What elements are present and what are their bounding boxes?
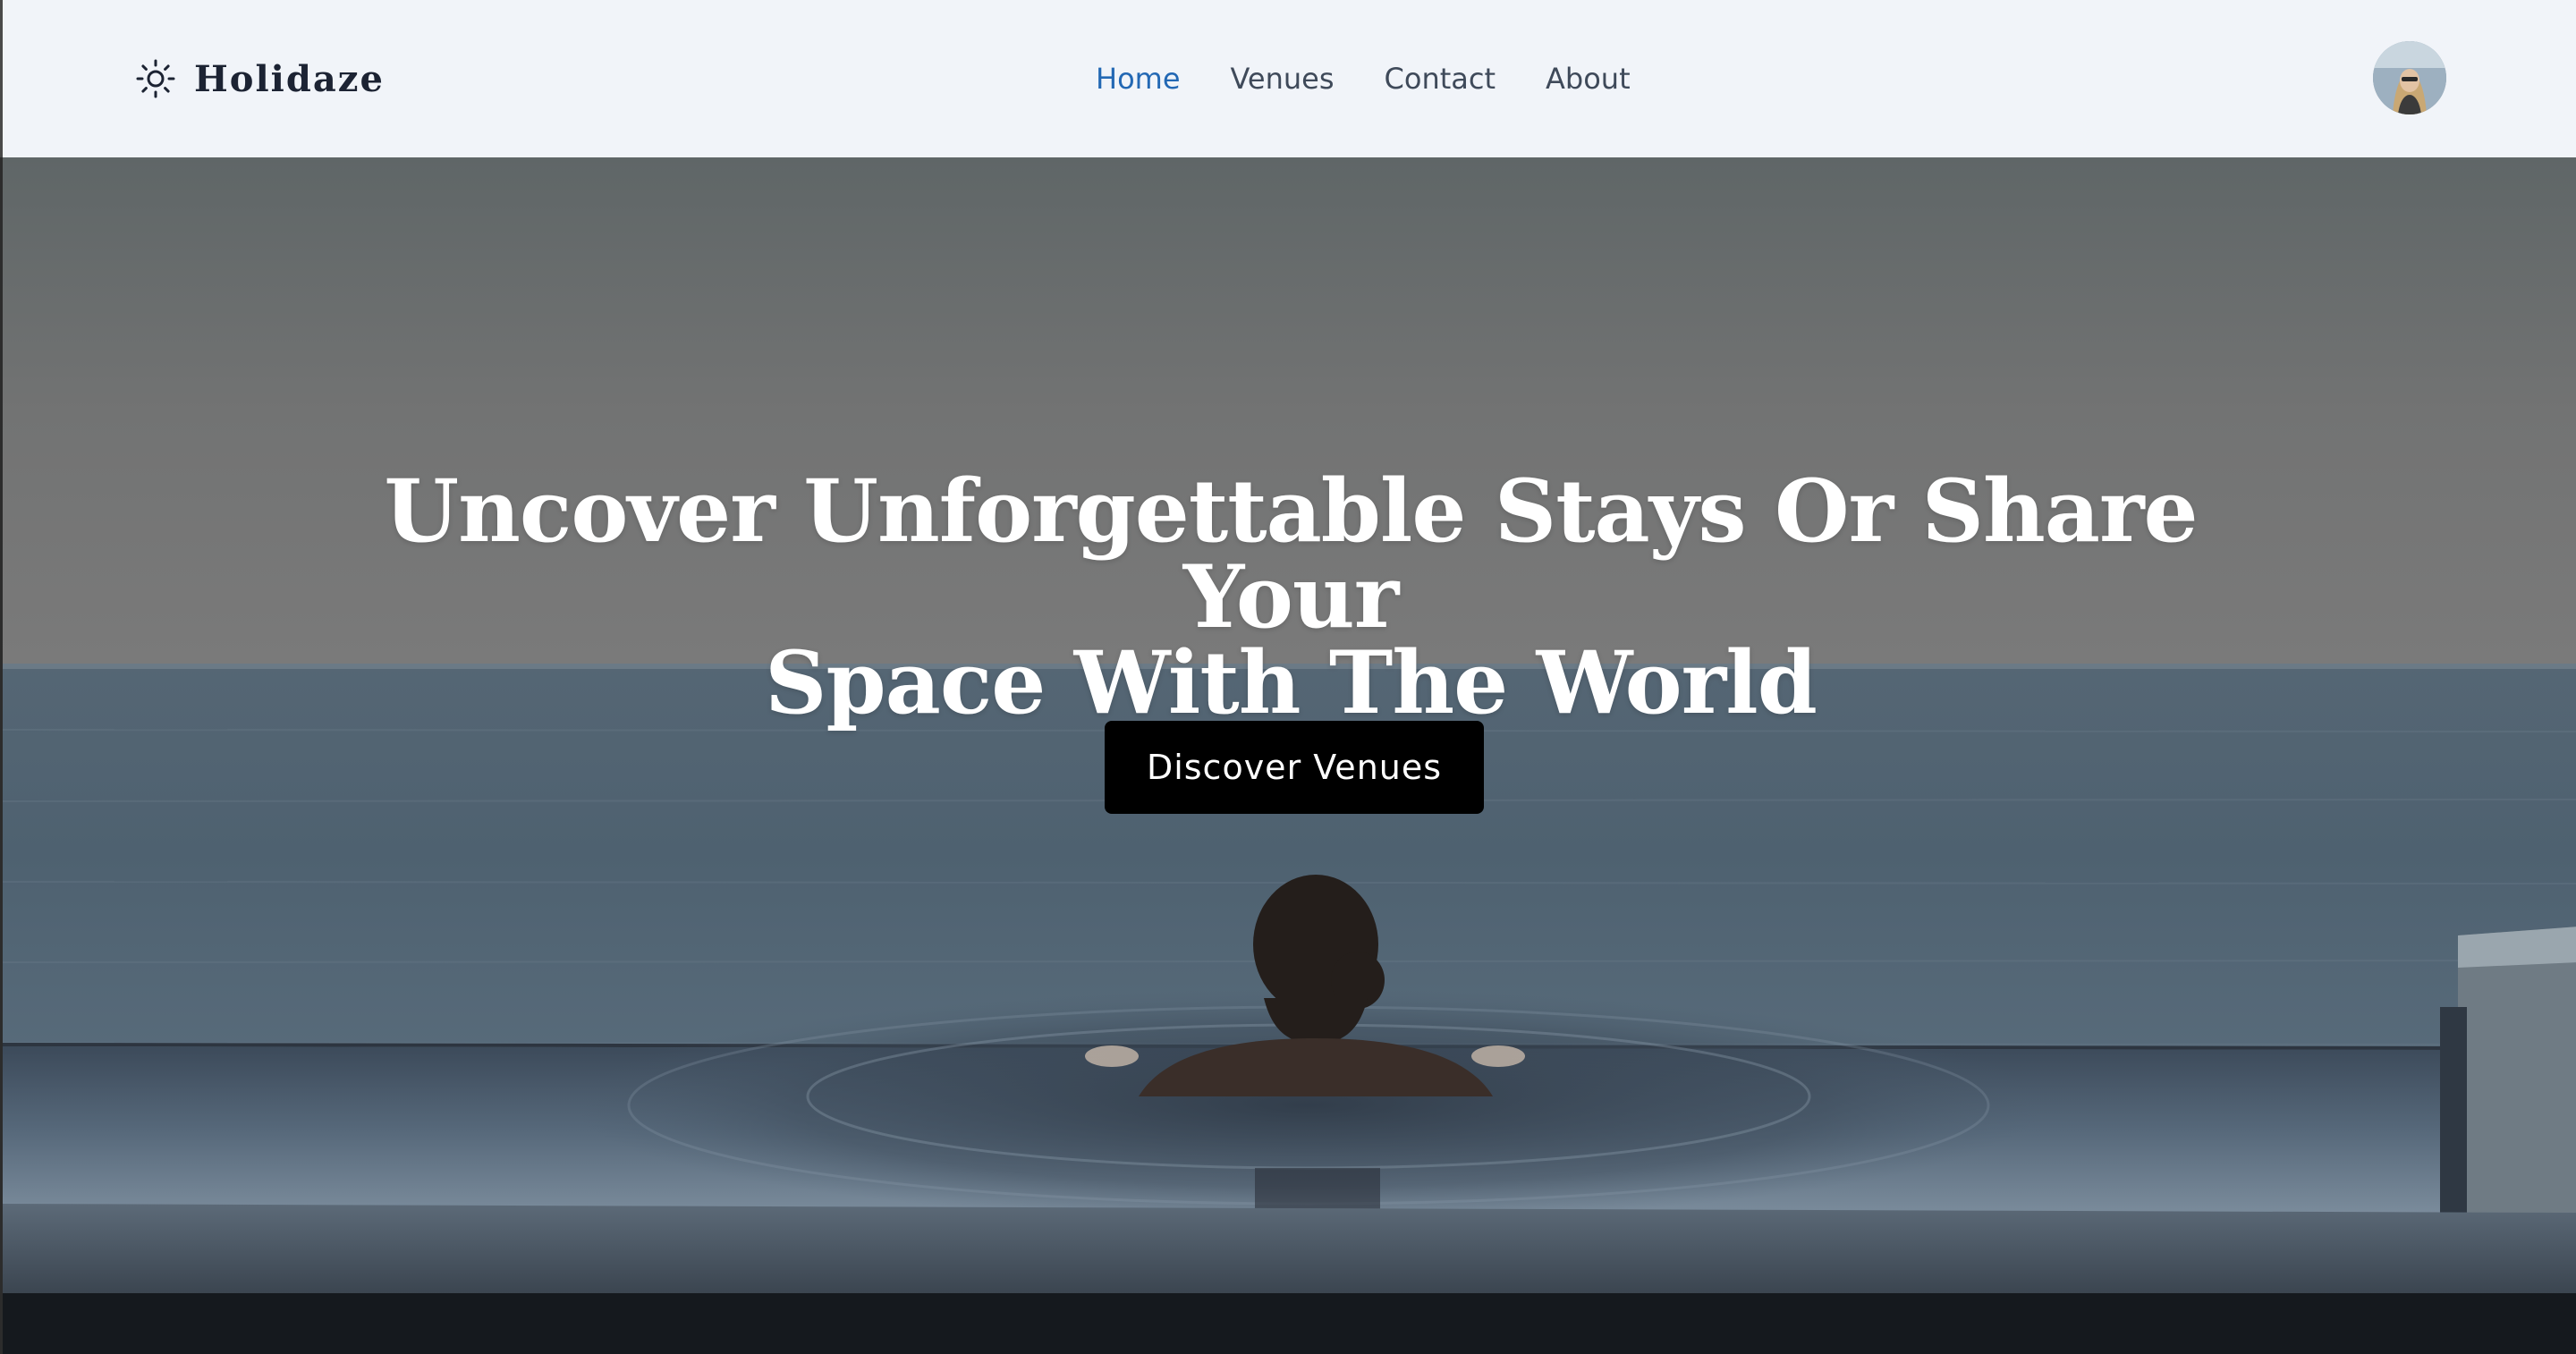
avatar-photo: [2373, 41, 2446, 114]
nav-link-home[interactable]: Home: [1096, 62, 1181, 96]
nav-item-home: Home: [1096, 62, 1181, 96]
nav-item-contact: Contact: [1385, 62, 1496, 96]
nav-link-contact[interactable]: Contact: [1385, 62, 1496, 96]
nav-item-about: About: [1546, 62, 1631, 96]
sun-icon: [136, 59, 175, 98]
hero-heading-line-2: Space With The World: [765, 632, 1818, 733]
hero-section: Uncover Unforgettable Stays Or Share You…: [0, 157, 2576, 1354]
discover-venues-button[interactable]: Discover Venues: [1105, 721, 1484, 814]
user-avatar[interactable]: [2373, 41, 2446, 114]
hero-heading: Uncover Unforgettable Stays Or Share You…: [307, 469, 2275, 726]
navbar: Holidaze Home Venues Contact About: [0, 0, 2576, 157]
brand-name: Holidaze: [194, 57, 385, 100]
nav-item-venues: Venues: [1231, 62, 1335, 96]
brand-logo-link[interactable]: Holidaze: [135, 50, 385, 107]
nav-link-venues[interactable]: Venues: [1231, 62, 1335, 96]
main-nav: Home Venues Contact About: [1096, 55, 1631, 102]
nav-link-about[interactable]: About: [1546, 62, 1631, 96]
hero-heading-line-1: Uncover Unforgettable Stays Or Share You…: [384, 461, 2198, 647]
page: Holidaze Home Venues Contact About Uncov…: [0, 0, 2576, 1354]
